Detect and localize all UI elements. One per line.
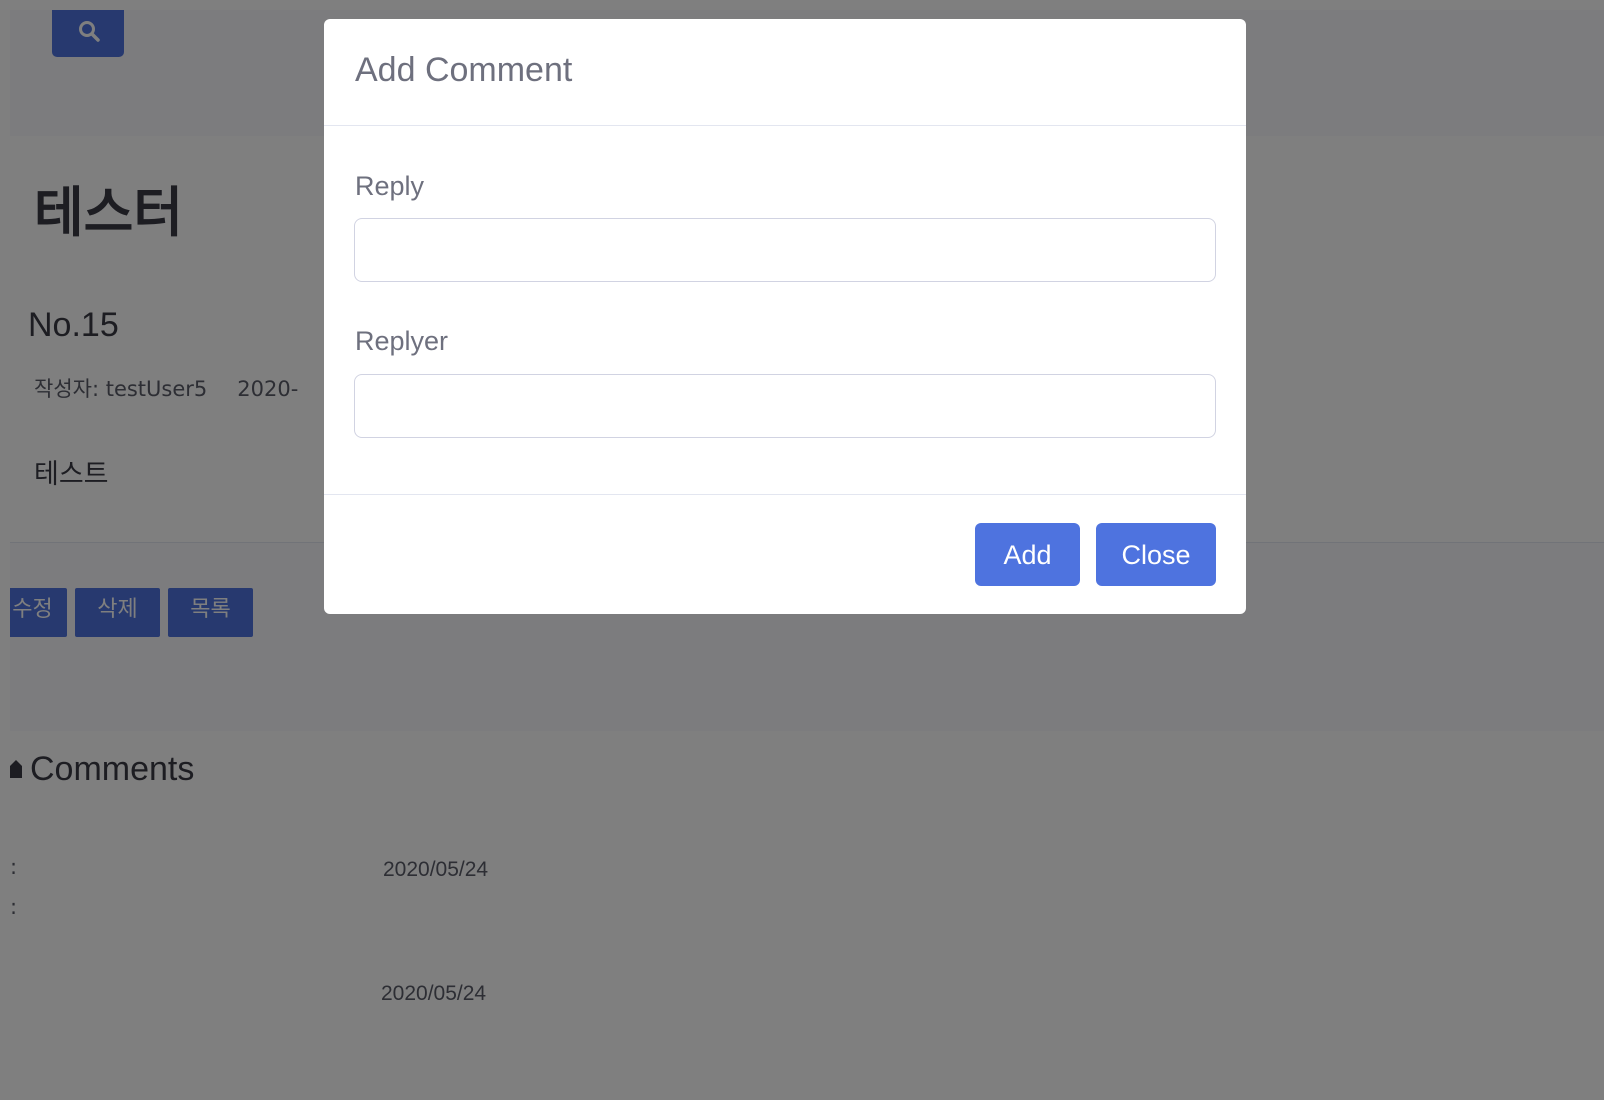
modal-header: Add Comment (324, 19, 1246, 126)
replyer-label: Replyer (355, 326, 449, 356)
add-button[interactable]: Add (975, 523, 1080, 586)
add-comment-modal: Add Comment Reply Replyer Add Close (324, 19, 1246, 614)
reply-label: Reply (355, 171, 425, 201)
replyer-input[interactable] (354, 374, 1216, 438)
reply-input[interactable] (354, 218, 1216, 282)
close-button[interactable]: Close (1096, 523, 1216, 586)
modal-title: Add Comment (355, 51, 573, 89)
